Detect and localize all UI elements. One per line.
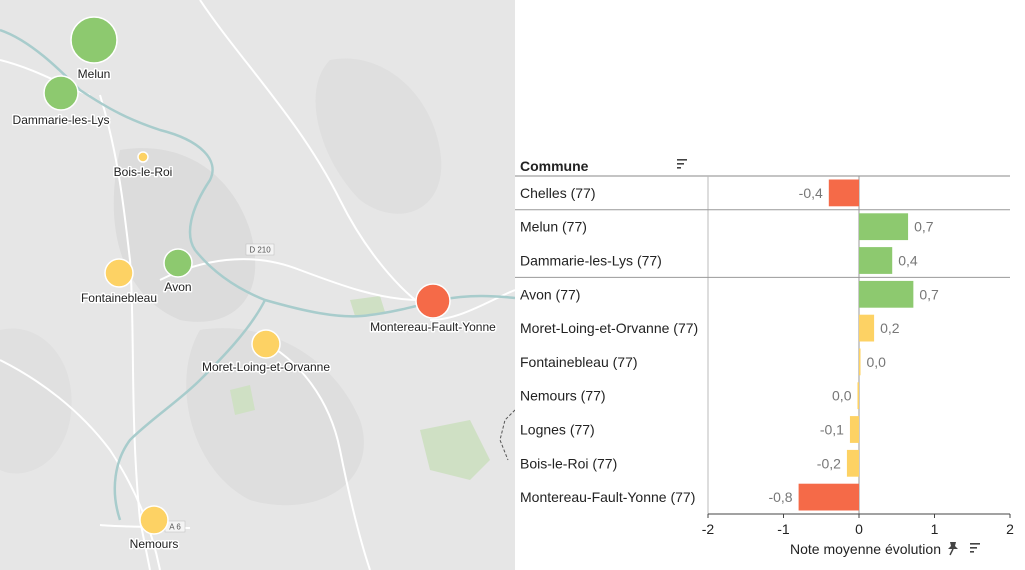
bar-row[interactable]: Nemours (77) 0,0 (520, 382, 859, 410)
bar[interactable] (859, 314, 875, 342)
bar[interactable] (857, 382, 859, 410)
bar[interactable] (798, 483, 859, 511)
map-canvas[interactable]: D 210 A 6 Melun Dammarie-les-Lys Bois-le-R… (0, 0, 515, 570)
bar[interactable] (859, 280, 914, 308)
city-circle[interactable] (70, 16, 118, 64)
bar[interactable] (849, 416, 859, 443)
category-label: Bois-le-Roi (77) (520, 455, 617, 471)
city-circle[interactable] (104, 258, 134, 288)
city-label: Bois-le-Roi (114, 165, 173, 179)
bar-row[interactable]: Bois-le-Roi (77) -0,2 (520, 449, 859, 477)
bar[interactable] (859, 348, 861, 376)
city-circle[interactable] (251, 329, 281, 359)
road-label-d210: D 210 (245, 243, 275, 256)
city-circle[interactable] (137, 151, 149, 163)
city-marker-melun[interactable]: Melun (70, 16, 118, 83)
bar-row[interactable]: Chelles (77) -0,4 (520, 179, 859, 207)
category-label: Avon (77) (520, 286, 580, 302)
data-label: -0,8 (768, 489, 792, 505)
data-label: 0,0 (832, 388, 852, 404)
bar[interactable] (859, 247, 893, 274)
bar-row[interactable]: Avon (77) 0,7 (520, 280, 939, 308)
bar-chart-panel: Commune Chelles (77) -0,4 Melun (77) 0,7 Dam… (515, 0, 1025, 570)
category-label: Melun (77) (520, 219, 587, 235)
svg-text:D 210: D 210 (249, 246, 271, 255)
pin-icon[interactable] (948, 542, 958, 556)
category-label: Montereau-Fault-Yonne (77) (520, 489, 695, 505)
bar-row[interactable]: Dammarie-les-Lys (77) 0,4 (520, 247, 918, 274)
x-axis-title: Note moyenne évolution (790, 541, 941, 557)
category-label: Nemours (77) (520, 388, 606, 404)
bar-row[interactable]: Moret-Loing-et-Orvanne (77) 0,2 (520, 314, 900, 342)
city-label: Nemours (130, 537, 179, 551)
city-label: Melun (78, 67, 111, 81)
data-label: 0,0 (867, 354, 887, 370)
city-circle[interactable] (43, 75, 79, 111)
city-label: Montereau-Fault-Yonne (370, 320, 496, 334)
bar[interactable] (859, 213, 909, 241)
city-label: Moret-Loing-et-Orvanne (202, 360, 330, 374)
x-tick-label: 1 (931, 521, 939, 537)
svg-text:A 6: A 6 (169, 523, 181, 532)
city-label: Avon (164, 280, 191, 294)
city-marker-avon[interactable]: Avon (163, 248, 193, 296)
data-label: -0,1 (820, 422, 844, 438)
bar-row[interactable]: Fontainebleau (77) 0,0 (520, 348, 887, 376)
column-header-commune: Commune (520, 158, 589, 174)
category-label: Lognes (77) (520, 422, 595, 438)
city-circle[interactable] (163, 248, 193, 278)
category-label: Dammarie-les-Lys (77) (520, 253, 662, 269)
data-label: -0,2 (817, 455, 841, 471)
bar[interactable] (846, 449, 859, 477)
data-label: 0,7 (919, 286, 939, 302)
city-circle[interactable] (139, 505, 169, 535)
map-view[interactable]: D 210 A 6 Melun Dammarie-les-Lys Bois-le-R… (0, 0, 515, 570)
bar[interactable] (828, 179, 859, 207)
category-label: Fontainebleau (77) (520, 354, 638, 370)
axis-sort-icon[interactable] (970, 543, 980, 553)
data-label: -0,4 (799, 185, 823, 201)
category-label: Moret-Loing-et-Orvanne (77) (520, 320, 698, 336)
data-label: 0,7 (914, 219, 934, 235)
bar-row[interactable]: Melun (77) 0,7 (520, 213, 934, 241)
city-label: Dammarie-les-Lys (13, 113, 110, 127)
bar-chart: Commune Chelles (77) -0,4Melun (77) 0,7Dam… (515, 158, 1014, 557)
data-label: 0,2 (880, 320, 900, 336)
city-label: Fontainebleau (81, 291, 157, 305)
category-label: Chelles (77) (520, 185, 595, 201)
x-tick-label: -2 (702, 521, 715, 537)
x-tick-label: -1 (777, 521, 790, 537)
bar-row[interactable]: Lognes (77) -0,1 (520, 416, 859, 443)
sort-icon[interactable] (677, 159, 687, 169)
data-label: 0,4 (898, 253, 918, 269)
bar-row[interactable]: Montereau-Fault-Yonne (77) -0,8 (520, 483, 859, 511)
city-circle[interactable] (415, 283, 451, 319)
x-tick-label: 2 (1006, 521, 1014, 537)
x-tick-label: 0 (855, 521, 863, 537)
